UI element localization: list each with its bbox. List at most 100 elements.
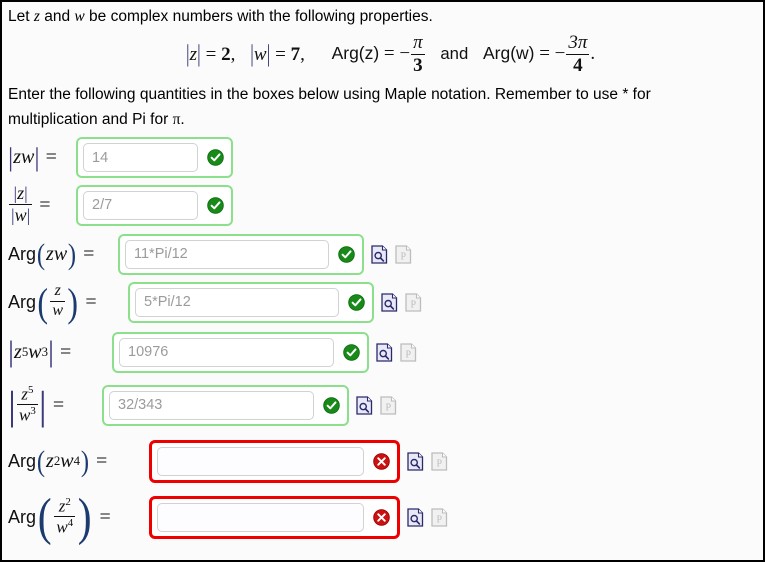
paren-open: ( (37, 489, 52, 547)
paren-open: ( (37, 279, 49, 325)
row-tools-arg-z2-over-w4: P (407, 508, 455, 527)
paren-close: ) (67, 279, 79, 325)
answer-row-arg-zw: Arg(z w) = 11*Pi/12 P (8, 232, 755, 276)
answer-input-mod-z-over-w[interactable] (83, 190, 198, 220)
answer-input-mod-zw[interactable] (83, 143, 198, 173)
arg-z-denominator: 3 (411, 53, 425, 75)
comma-1: , (230, 44, 236, 66)
answer-row-arg-z2-over-w4: Arg(z2 w4) = P (8, 488, 755, 546)
answer-input-arg-z2-w4[interactable] (157, 446, 364, 476)
period: . (590, 43, 596, 65)
arg-z-condition: Arg(z) = − π 3 (331, 33, 426, 76)
fraction-denominator: |w| (9, 203, 33, 225)
svg-text:P: P (386, 402, 392, 413)
comma-2: , (300, 44, 305, 66)
preview-magnifier-page-icon[interactable] (376, 343, 393, 362)
row-tools-mod-z5-over-w3: P (356, 396, 404, 415)
abs-bar-open: | (8, 382, 17, 428)
arg-z-fraction: π3 (411, 33, 425, 75)
answer-row-mod-z-over-w: |z| |w| = (8, 178, 755, 232)
problem-content: Let z and w be complex numbers with the … (2, 2, 763, 546)
label-mod-z5-over-w3: | z5 w3 | = (8, 382, 102, 429)
variable-w: w (253, 44, 267, 66)
equals-sign: = (45, 146, 57, 169)
equals-sign: = (383, 43, 395, 65)
answer-widget-arg-z-over-w (128, 281, 374, 323)
instructions-line-2-period: . (180, 110, 185, 128)
modulus-z-condition: |z| = 2, (186, 42, 236, 68)
exponent-5: 5 (28, 383, 34, 396)
preview-magnifier-page-icon[interactable] (356, 396, 373, 415)
fraction-numerator: |z| (9, 184, 32, 203)
preview-magnifier-page-icon[interactable] (381, 293, 398, 312)
abs-bar-close: | (266, 41, 271, 68)
render-page-p-icon[interactable]: P (400, 343, 417, 362)
answer-input-mod-z5-over-w3[interactable] (109, 390, 314, 420)
paren-close: ) (77, 489, 92, 547)
paren-open: ( (36, 445, 46, 479)
arg-z-label: Arg(z) (331, 43, 380, 64)
row-tools-arg-zw: P (371, 245, 419, 264)
render-page-p-icon[interactable]: P (431, 452, 448, 471)
equals-sign: = (59, 340, 72, 363)
variable-w: w (56, 517, 68, 537)
paren-close: ) (80, 445, 90, 479)
check-circle-icon (338, 245, 355, 263)
arg-w-denominator: 4 (566, 53, 590, 75)
instructions-line-1: Enter the following quantities in the bo… (8, 86, 651, 104)
answer-input-arg-z2-over-w4[interactable] (157, 502, 364, 532)
error-circle-icon (373, 508, 390, 526)
preview-magnifier-page-icon[interactable] (371, 245, 388, 264)
row-tools-arg-z-over-w: P (381, 293, 429, 312)
abs-bar-open: | (185, 41, 190, 68)
answer-input-arg-z-over-w[interactable] (135, 287, 339, 317)
preview-magnifier-page-icon[interactable] (407, 508, 424, 527)
paren-open: ( (36, 238, 46, 272)
exponent-4: 4 (73, 453, 80, 468)
arg-w-condition: Arg(w) = −3π 4. (483, 33, 596, 76)
given-conditions-equation: |z| = 2, |w| = 7, Arg(z) = − π 3 and Arg(w… (8, 33, 755, 76)
arg-w-fraction: 3π 4 (566, 33, 590, 75)
row-tools-mod-z5-w3: P (376, 343, 424, 362)
check-circle-icon (323, 396, 340, 414)
answer-widget-mod-z5-w3 (112, 331, 369, 373)
equals-sign: = (85, 290, 97, 313)
variable-w: w (14, 204, 27, 225)
render-page-p-icon[interactable]: P (395, 245, 412, 264)
variable-w: w (19, 405, 31, 425)
z2-over-w4-fraction: z2 w4 (54, 495, 76, 537)
variable-z: z (14, 340, 22, 363)
render-page-p-icon[interactable]: P (405, 293, 422, 312)
check-circle-icon (348, 293, 365, 311)
exponent-3: 3 (30, 404, 36, 417)
label-arg-z-over-w: Arg(z w) = (8, 279, 128, 325)
intro-suffix: be complex numbers with the following pr… (84, 8, 433, 25)
modulus-w-condition: |w| = 7, (250, 42, 305, 68)
fraction-numerator: z5 (17, 383, 38, 404)
abs-bar-close: | (197, 41, 201, 68)
arg-z-numerator: π (413, 32, 423, 54)
answer-input-mod-z5-w3[interactable] (119, 337, 334, 367)
equals-sign: = (39, 193, 51, 216)
intro-prefix: Let (8, 8, 34, 25)
modulus-w-value: 7 (290, 44, 301, 66)
minus-sign: − (554, 43, 566, 65)
exponent-4: 4 (67, 516, 74, 529)
answer-widget-arg-z2-w4 (149, 439, 400, 483)
arg-function-name: Arg (8, 506, 37, 527)
render-page-p-icon[interactable]: P (380, 396, 397, 415)
preview-magnifier-page-icon[interactable] (407, 452, 424, 471)
svg-text:P: P (406, 349, 412, 360)
variable-z: z (17, 183, 25, 204)
fraction-numerator: z2 (54, 495, 75, 516)
exponent-2: 2 (65, 495, 71, 508)
check-circle-icon (343, 343, 360, 361)
abs-bar-close: | (24, 183, 28, 204)
paren-close: ) (68, 238, 77, 272)
equals-sign: = (539, 43, 550, 65)
answer-widget-mod-z5-over-w3 (102, 384, 349, 426)
arg-function-name: Arg (8, 291, 37, 312)
z5-over-w3-fraction: z5 w3 (17, 383, 38, 425)
render-page-p-icon[interactable]: P (431, 508, 448, 527)
answer-input-arg-zw[interactable] (125, 239, 329, 269)
